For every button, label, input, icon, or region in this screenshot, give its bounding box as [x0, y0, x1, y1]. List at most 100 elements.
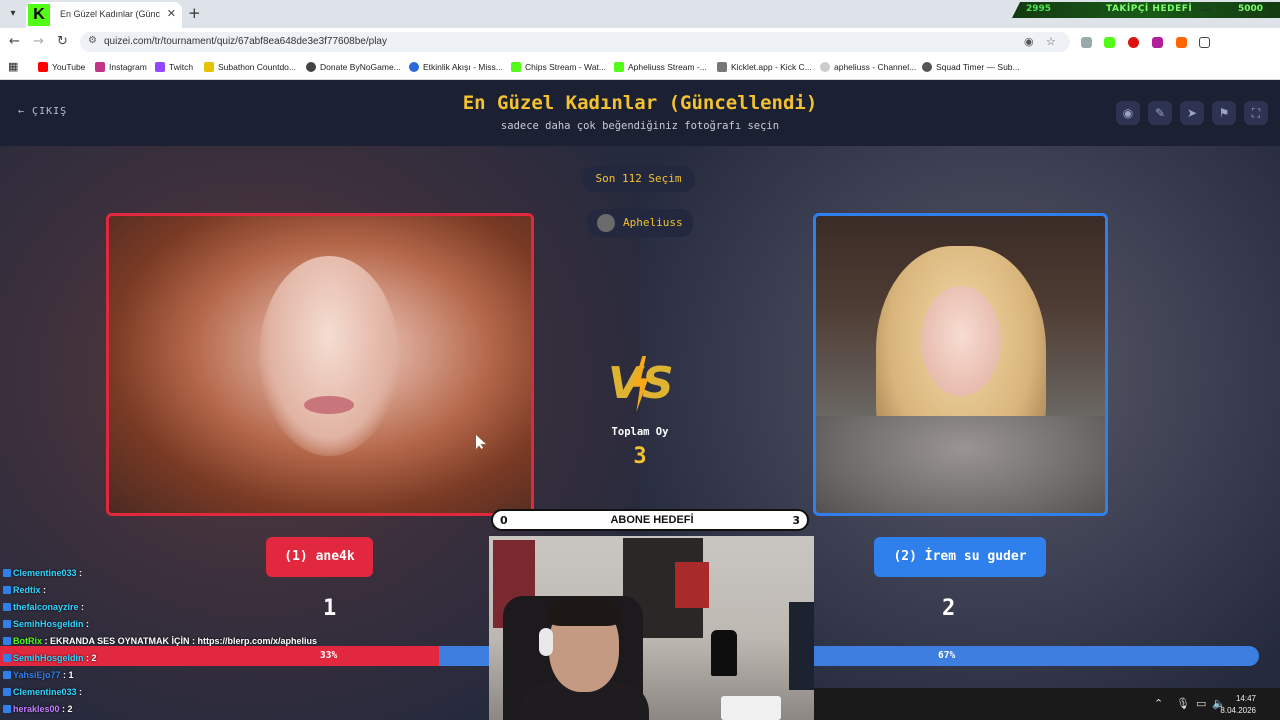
- omnibox[interactable]: ⚙ quizei.com/tr/tournament/quiz/67abf8ea…: [80, 32, 1070, 52]
- tab-search-icon[interactable]: ▾: [5, 6, 21, 22]
- chat-username[interactable]: YahsiEjo77: [13, 670, 61, 680]
- chat-username[interactable]: Clementine033: [13, 687, 77, 697]
- webcam-headset: [539, 628, 553, 656]
- taskbar-clock[interactable]: 14:47 8.04.2026: [1220, 693, 1256, 717]
- follower-goal-current: 2995: [1026, 4, 1052, 14]
- orange-extension-icon[interactable]: [1176, 37, 1187, 48]
- clock-time: 14:47: [1235, 694, 1256, 703]
- page-subtitle: sadece daha çok beğendiğiniz fotoğrafı s…: [500, 120, 780, 132]
- url-text[interactable]: quizei.com/tr/tournament/quiz/67abf8ea64…: [104, 36, 387, 47]
- extensions-puzzle-icon[interactable]: [1199, 37, 1210, 48]
- chat-badge-icon: [3, 705, 11, 713]
- chat-message: Clementine033 :: [3, 568, 82, 582]
- webcam-poster-small: [675, 562, 709, 608]
- bookmark-instagram[interactable]: Instagram: [95, 62, 147, 72]
- back-arrow-icon[interactable]: ←: [9, 34, 20, 49]
- left-candidate-button[interactable]: (1) ane4k: [266, 537, 373, 577]
- eye-icon[interactable]: ◉: [1116, 101, 1140, 125]
- opera-extension-icon[interactable]: [1128, 37, 1139, 48]
- chat-text: : EKRANDA SES OYNATMAK İÇİN : https://bl…: [42, 636, 318, 646]
- chat-username[interactable]: Clementine033: [13, 568, 77, 578]
- webcam-keyboard: [721, 696, 781, 720]
- tab-close-icon[interactable]: ✕: [167, 7, 176, 20]
- apps-grid-icon[interactable]: ▦: [8, 60, 18, 73]
- chat-badge-icon: [3, 637, 11, 645]
- shield-extension-icon[interactable]: [1081, 37, 1092, 48]
- left-share-percent: 33%: [320, 650, 338, 661]
- bookmark-star-icon[interactable]: ☆: [1046, 35, 1056, 48]
- site-info-icon[interactable]: ⚙: [88, 35, 97, 46]
- right-candidate-photo[interactable]: [813, 213, 1108, 516]
- right-candidate-button[interactable]: (2) İrem su guder: [874, 537, 1046, 577]
- chat-badge-icon: [3, 671, 11, 679]
- purple-extension-icon[interactable]: [1152, 37, 1163, 48]
- chat-username[interactable]: SemihHosgeldin: [13, 619, 84, 629]
- sub-goal-target: 3: [792, 514, 800, 527]
- right-share-percent: 67%: [938, 650, 956, 661]
- window-minimize-icon[interactable]: —: [1200, 3, 1211, 16]
- bookmark-bynogame[interactable]: Donate ByNoGame...: [306, 62, 401, 72]
- browser-tab[interactable]: K En Güzel Kadınlar (Güncellendi) ✕: [26, 2, 182, 28]
- share-icon[interactable]: ➤: [1180, 101, 1204, 125]
- page-title: En Güzel Kadınlar (Güncellendi): [462, 92, 818, 114]
- sub-goal-label: ABONE HEDEFİ: [610, 514, 694, 526]
- tab-title: En Güzel Kadınlar (Güncellendi): [60, 9, 160, 19]
- chat-text: : 2: [59, 704, 73, 714]
- quiz-header: ← ÇIKIŞ En Güzel Kadınlar (Güncellendi) …: [0, 80, 1280, 146]
- display-icon[interactable]: ▭: [1196, 697, 1206, 710]
- chat-username[interactable]: Redtix: [13, 585, 41, 595]
- eye-off-icon[interactable]: ◉: [1024, 35, 1034, 48]
- forward-arrow-icon[interactable]: →: [33, 34, 44, 49]
- right-score: 2: [942, 596, 956, 621]
- webcam-person-hair: [547, 596, 621, 626]
- bookmark-chips[interactable]: Chips Stream - Wat...: [511, 62, 606, 72]
- follower-goal-label: TAKİPÇİ HEDEFİ: [1106, 4, 1193, 14]
- right-photo-coat: [816, 416, 1105, 513]
- bookmarks-bar: ▦ YouTube Instagram Twitch Subathon Coun…: [0, 56, 1280, 80]
- bookmark-twitch[interactable]: Twitch: [155, 62, 193, 72]
- chat-badge-icon: [3, 603, 11, 611]
- edit-icon[interactable]: ✎: [1148, 101, 1172, 125]
- player-badge: Apheliuss: [587, 209, 693, 237]
- new-tab-button[interactable]: +: [188, 4, 201, 22]
- bookmark-subathon[interactable]: Subathon Countdo...: [204, 62, 296, 72]
- chat-username[interactable]: SemihHosgeldin: [13, 653, 84, 663]
- chat-text: :: [76, 568, 83, 578]
- chat-message: SemihHosgeldin : 2: [3, 653, 97, 667]
- bookmark-apheliuss-stream[interactable]: Apheliuss Stream -...: [614, 62, 707, 72]
- right-photo-face: [921, 286, 1001, 396]
- kick-extension-icon[interactable]: [1104, 37, 1115, 48]
- microphone-icon[interactable]: 🎙: [1176, 697, 1190, 710]
- left-score: 1: [323, 596, 337, 621]
- reload-icon[interactable]: ↻: [57, 34, 68, 49]
- chat-message: SemihHosgeldin :: [3, 619, 89, 633]
- left-candidate-photo[interactable]: [106, 213, 534, 516]
- flag-icon[interactable]: ⚑: [1212, 101, 1236, 125]
- follower-goal-target: 5000: [1238, 4, 1264, 14]
- recent-choices-badge: Son 112 Seçim: [582, 166, 695, 192]
- bookmark-etkinlik[interactable]: Etkinlik Akışı - Miss...: [409, 62, 503, 72]
- chat-badge-icon: [3, 654, 11, 662]
- chat-message: Clementine033 :: [3, 687, 82, 701]
- chat-message: Redtix :: [3, 585, 46, 599]
- clock-date: 8.04.2026: [1220, 706, 1256, 715]
- player-name: Apheliuss: [623, 216, 683, 229]
- webcam-monitor: [789, 602, 814, 690]
- chat-message: thefalconayzire :: [3, 602, 84, 616]
- chat-message: herakles00 : 2: [3, 704, 73, 718]
- chat-username[interactable]: thefalconayzire: [13, 602, 79, 612]
- player-avatar: [597, 214, 615, 232]
- chat-text: : 1: [60, 670, 74, 680]
- chat-message: BotRix : EKRANDA SES OYNATMAK İÇİN : htt…: [3, 636, 317, 650]
- tray-chevron-icon[interactable]: ⌃: [1154, 697, 1163, 710]
- bookmark-kicklet[interactable]: Kicklet.app - Kick C...: [717, 62, 812, 72]
- chat-text: : 2: [83, 653, 97, 663]
- bookmark-apheliuss-channel[interactable]: apheliuss - Channel...: [820, 62, 916, 72]
- chat-username[interactable]: BotRix: [13, 636, 42, 646]
- chat-badge-icon: [3, 569, 11, 577]
- bookmark-youtube[interactable]: YouTube: [38, 62, 85, 72]
- bookmark-squad-timer[interactable]: Squad Timer — Sub...: [922, 62, 1020, 72]
- kick-favicon-icon: K: [28, 4, 50, 26]
- chat-username[interactable]: herakles00: [13, 704, 60, 714]
- fullscreen-icon[interactable]: ⛶: [1244, 101, 1268, 125]
